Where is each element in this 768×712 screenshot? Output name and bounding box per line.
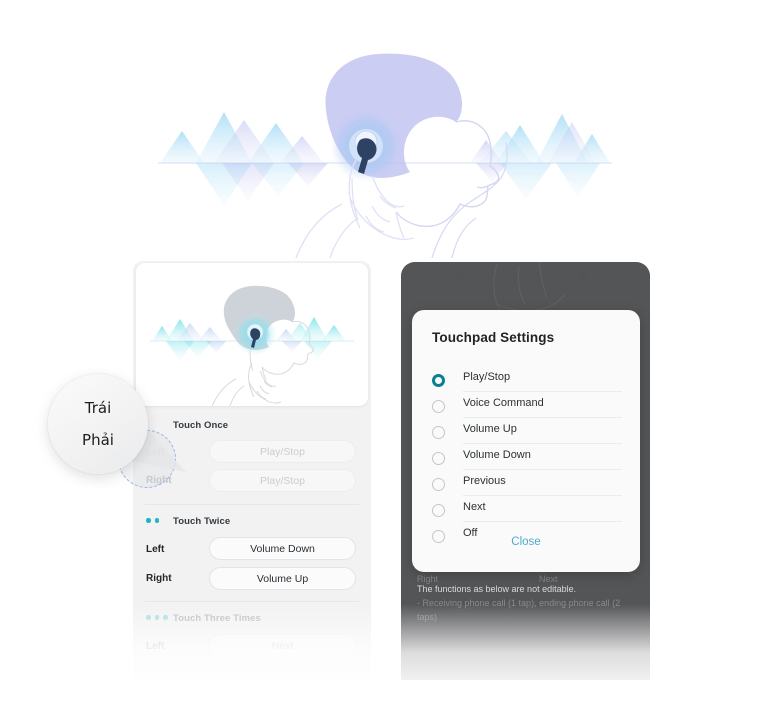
radio-option-play-stop[interactable]: Play/Stop bbox=[432, 368, 622, 394]
touch-twice-dots-indicator bbox=[146, 518, 159, 523]
dot-3 bbox=[163, 615, 168, 620]
hero-illustration bbox=[0, 0, 768, 258]
radio-icon[interactable] bbox=[432, 504, 445, 517]
bottom-fade-overlay bbox=[0, 604, 768, 712]
radio-option-label: Play/Stop bbox=[463, 371, 511, 383]
radio-option-label: Previous bbox=[463, 475, 506, 487]
card-thumbnail-illustration bbox=[136, 263, 368, 406]
dot-2 bbox=[154, 518, 159, 523]
section-heading-touch-three-times: Touch Three Times bbox=[173, 613, 261, 624]
action-button-touch-twice-right[interactable]: Volume Up bbox=[209, 567, 356, 590]
radio-icon[interactable] bbox=[432, 400, 445, 413]
close-button[interactable]: Close bbox=[412, 536, 640, 548]
radio-icon[interactable] bbox=[432, 426, 445, 439]
option-divider bbox=[463, 391, 622, 392]
magnifier-text-right: Phải bbox=[82, 430, 114, 449]
radio-icon[interactable] bbox=[432, 478, 445, 491]
radio-option-volume-down[interactable]: Volume Down bbox=[432, 446, 622, 472]
radio-option-previous[interactable]: Previous bbox=[432, 472, 622, 498]
option-divider bbox=[463, 521, 622, 522]
dot-1 bbox=[146, 518, 151, 523]
section-divider-1 bbox=[145, 504, 359, 505]
radio-option-label: Volume Up bbox=[463, 423, 517, 435]
touchpad-settings-dialog: Touchpad Settings Play/Stop Voice Comman… bbox=[412, 310, 640, 572]
phone-note-line-2: - Receiving phone call (1 tap), ending p… bbox=[417, 597, 621, 622]
touch-three-times-dots-indicator bbox=[146, 615, 168, 620]
magnifier-text-left: Trái bbox=[84, 398, 112, 417]
row-side-label-left-three: Left bbox=[146, 641, 165, 652]
radio-option-label: Next bbox=[463, 501, 486, 513]
section-divider-2 bbox=[145, 601, 359, 602]
action-button-touch-three-left[interactable]: Next bbox=[209, 634, 356, 657]
radio-option-volume-up[interactable]: Volume Up bbox=[432, 420, 622, 446]
dialog-title: Touchpad Settings bbox=[432, 330, 555, 345]
phone-note-text: The functions as below are not editable.… bbox=[417, 583, 637, 625]
magnifier-callout: Trái Phải bbox=[48, 374, 148, 474]
screenshot-root: Touch Once Left Play/Stop Right Play/Sto… bbox=[0, 0, 768, 712]
action-button-touch-twice-left[interactable]: Volume Down bbox=[209, 537, 356, 560]
radio-option-next[interactable]: Next bbox=[432, 498, 622, 524]
dot-1 bbox=[146, 615, 151, 620]
radio-icon[interactable] bbox=[432, 452, 445, 465]
dot-2 bbox=[154, 615, 159, 620]
option-divider bbox=[463, 443, 622, 444]
radio-option-voice-command[interactable]: Voice Command bbox=[432, 394, 622, 420]
phone-note-line-1: The functions as below are not editable. bbox=[417, 584, 577, 594]
action-button-touch-once-right[interactable]: Play/Stop bbox=[209, 469, 356, 492]
phone-mockup: Right Next Touchpad Settings Play/Stop V… bbox=[401, 262, 650, 680]
action-button-touch-once-left[interactable]: Play/Stop bbox=[209, 440, 356, 463]
option-divider bbox=[463, 495, 622, 496]
radio-option-label: Voice Command bbox=[463, 397, 544, 409]
row-side-label-right-twice: Right bbox=[146, 573, 172, 584]
radio-option-label: Volume Down bbox=[463, 449, 531, 461]
option-divider bbox=[463, 469, 622, 470]
option-divider bbox=[463, 417, 622, 418]
radio-icon-selected[interactable] bbox=[432, 374, 445, 387]
section-heading-touch-twice: Touch Twice bbox=[173, 516, 231, 527]
row-side-label-left-twice: Left bbox=[146, 544, 165, 555]
